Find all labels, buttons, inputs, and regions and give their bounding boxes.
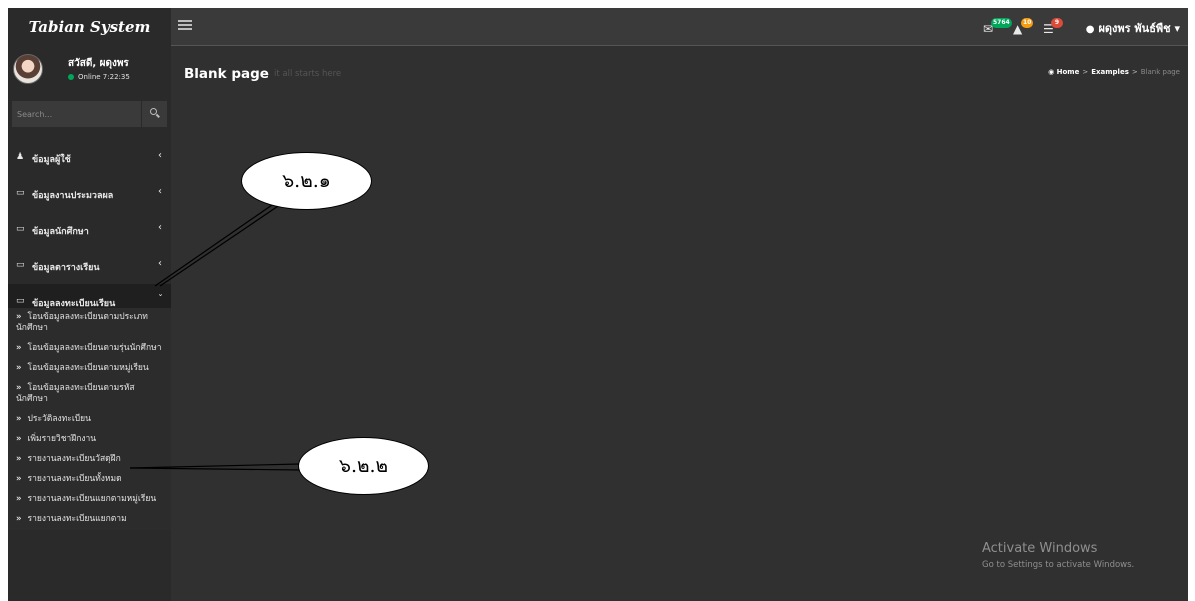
- activate-windows-watermark: Activate Windows Go to Settings to activ…: [982, 541, 1134, 570]
- page-subtitle: it all starts here: [274, 69, 342, 79]
- alerts-button[interactable]: ▲ 10: [1013, 18, 1035, 36]
- chevron-down-icon: ˇ: [158, 294, 163, 305]
- sidebar-item-label: ข้อมูลผู้ใช้: [32, 155, 71, 165]
- chevron-left-icon: ‹: [158, 186, 162, 197]
- sidebar-item-students[interactable]: ▭ ข้อมูลนักศึกษา ‹: [8, 212, 171, 248]
- double-chevron-right-icon: »: [16, 343, 22, 353]
- double-chevron-right-icon: »: [16, 312, 22, 322]
- laptop-icon: ▭: [16, 260, 25, 270]
- avatar: [13, 54, 43, 84]
- user-panel: สวัสดี, ผดุงพร Online 7:22:35: [8, 46, 171, 98]
- double-chevron-right-icon: »: [16, 434, 22, 444]
- sidebar-item-processing[interactable]: ▭ ข้อมูลงานประมวลผล ‹: [8, 176, 171, 212]
- submenu-item-add-internship[interactable]: » เพิ่มรายวิชาฝึกงาน: [8, 430, 171, 450]
- sidebar-item-label: ข้อมูลนักศึกษา: [32, 227, 89, 237]
- brand-text: Tabian System: [28, 18, 151, 36]
- double-chevron-right-icon: »: [16, 494, 22, 504]
- search-button[interactable]: [141, 101, 167, 127]
- user-icon: ●: [1085, 24, 1095, 35]
- laptop-icon: ▭: [16, 296, 25, 306]
- chevron-left-icon: ‹: [158, 258, 162, 269]
- search-input[interactable]: [12, 101, 141, 127]
- breadcrumb-examples[interactable]: Examples: [1091, 68, 1129, 76]
- sidebar-item-users[interactable]: ♟ ข้อมูลผู้ใช้ ‹: [8, 140, 171, 176]
- submenu-item-label: โอนข้อมูลลงทะเบียนตามประเภทนักศึกษา: [16, 312, 148, 333]
- submenu-item-transfer-by-group[interactable]: » โอนข้อมูลลงทะเบียนตามหมู่เรียน: [8, 359, 171, 379]
- online-dot-icon: [68, 74, 74, 80]
- submenu-item-materials-report[interactable]: » รายงานลงทะเบียนวัสดุฝึก: [8, 450, 171, 470]
- messages-badge: 5764: [991, 18, 1012, 28]
- submenu-item-transfer-by-id[interactable]: » โอนข้อมูลลงทะเบียนตามรหัสนักศึกษา: [8, 379, 171, 410]
- submenu-item-label: เพิ่มรายวิชาฝึกงาน: [27, 434, 97, 444]
- sidebar-item-label: ข้อมูลตารางเรียน: [32, 263, 100, 273]
- submenu-item-transfer-by-cohort[interactable]: » โอนข้อมูลลงทะเบียนตามรุ่นนักศึกษา: [8, 339, 171, 359]
- watermark-subtitle: Go to Settings to activate Windows.: [982, 560, 1135, 570]
- chevron-left-icon: ‹: [158, 150, 162, 161]
- annotation-callout-6-2-2: ๖.๒.๒: [298, 437, 429, 495]
- sidebar-item-label: ข้อมูลงานประมวลผล: [32, 191, 114, 201]
- submenu-item-group-report[interactable]: » รายงานลงทะเบียนแยกตามหมู่เรียน: [8, 490, 171, 510]
- double-chevron-right-icon: »: [16, 383, 22, 393]
- submenu-item-label: โอนข้อมูลลงทะเบียนตามรุ่นนักศึกษา: [27, 343, 162, 353]
- user-greeting: สวัสดี, ผดุงพร: [68, 58, 129, 69]
- app-window: Tabian System ✉ 5764 ▲ 10 ☰ 9 ● ผดุงพร พั…: [8, 8, 1188, 601]
- breadcrumb-home[interactable]: Home: [1057, 68, 1080, 76]
- laptop-icon: ▭: [16, 224, 25, 234]
- submenu-item-transfer-by-type[interactable]: » โอนข้อมูลลงทะเบียนตามประเภทนักศึกษา: [8, 308, 171, 339]
- online-status: Online 7:22:35: [68, 73, 130, 81]
- submenu-item-all-report[interactable]: » รายงานลงทะเบียนทั้งหมด: [8, 470, 171, 490]
- dashboard-icon: ◉: [1048, 68, 1057, 76]
- double-chevron-right-icon: »: [16, 514, 22, 524]
- brand-logo[interactable]: Tabian System: [8, 8, 171, 46]
- double-chevron-right-icon: »: [16, 474, 22, 484]
- submenu-item-registration-history[interactable]: » ประวัติลงทะเบียน: [8, 410, 171, 430]
- annotation-label: ๖.๒.๑: [282, 170, 331, 192]
- submenu-item-partial-report[interactable]: » รายงานลงทะเบียนแยกตาม: [8, 510, 171, 530]
- messages-button[interactable]: ✉ 5764: [983, 18, 1012, 36]
- sidebar-search: [12, 101, 167, 127]
- submenu-item-label: ประวัติลงทะเบียน: [27, 414, 91, 424]
- alerts-badge: 10: [1021, 18, 1034, 28]
- double-chevron-right-icon: »: [16, 454, 22, 464]
- registration-submenu: » โอนข้อมูลลงทะเบียนตามประเภทนักศึกษา » โอ…: [8, 308, 171, 530]
- annotation-label: ๖.๒.๒: [338, 455, 389, 477]
- double-chevron-right-icon: »: [16, 363, 22, 373]
- user-menu-label: ผดุงพร พันธ์พืช: [1098, 22, 1171, 35]
- chevron-left-icon: ‹: [158, 222, 162, 233]
- submenu-item-label: รายงานลงทะเบียนวัสดุฝึก: [27, 454, 121, 464]
- laptop-icon: ▭: [16, 188, 25, 198]
- tasks-button[interactable]: ☰ 9: [1043, 18, 1065, 36]
- watermark-title: Activate Windows: [982, 541, 1098, 556]
- online-status-text: Online 7:22:35: [78, 73, 130, 81]
- annotation-callout-6-2-1: ๖.๒.๑: [241, 152, 372, 210]
- double-chevron-right-icon: »: [16, 414, 22, 424]
- user-menu-dropdown[interactable]: ● ผดุงพร พันธ์พืช ▾: [1086, 19, 1180, 37]
- breadcrumb: ◉ Home > Examples > Blank page: [1048, 68, 1180, 76]
- submenu-item-label: โอนข้อมูลลงทะเบียนตามรหัสนักศึกษา: [16, 383, 135, 404]
- caret-down-icon: ▾: [1174, 22, 1180, 35]
- page-title: Blank page: [184, 66, 269, 82]
- users-icon: ♟: [16, 152, 25, 162]
- breadcrumb-current: Blank page: [1140, 68, 1180, 76]
- sidebar-item-timetable[interactable]: ▭ ข้อมูลตารางเรียน ‹: [8, 248, 171, 284]
- submenu-item-label: รายงานลงทะเบียนแยกตามหมู่เรียน: [27, 494, 157, 504]
- submenu-item-label: รายงานลงทะเบียนแยกตาม: [27, 514, 127, 524]
- tasks-badge: 9: [1051, 18, 1063, 28]
- submenu-item-label: โอนข้อมูลลงทะเบียนตามหมู่เรียน: [27, 363, 149, 373]
- top-navbar: ✉ 5764 ▲ 10 ☰ 9 ● ผดุงพร พันธ์พืช ▾: [171, 8, 1188, 46]
- hamburger-menu-icon[interactable]: [178, 20, 192, 31]
- submenu-item-label: รายงานลงทะเบียนทั้งหมด: [27, 474, 122, 484]
